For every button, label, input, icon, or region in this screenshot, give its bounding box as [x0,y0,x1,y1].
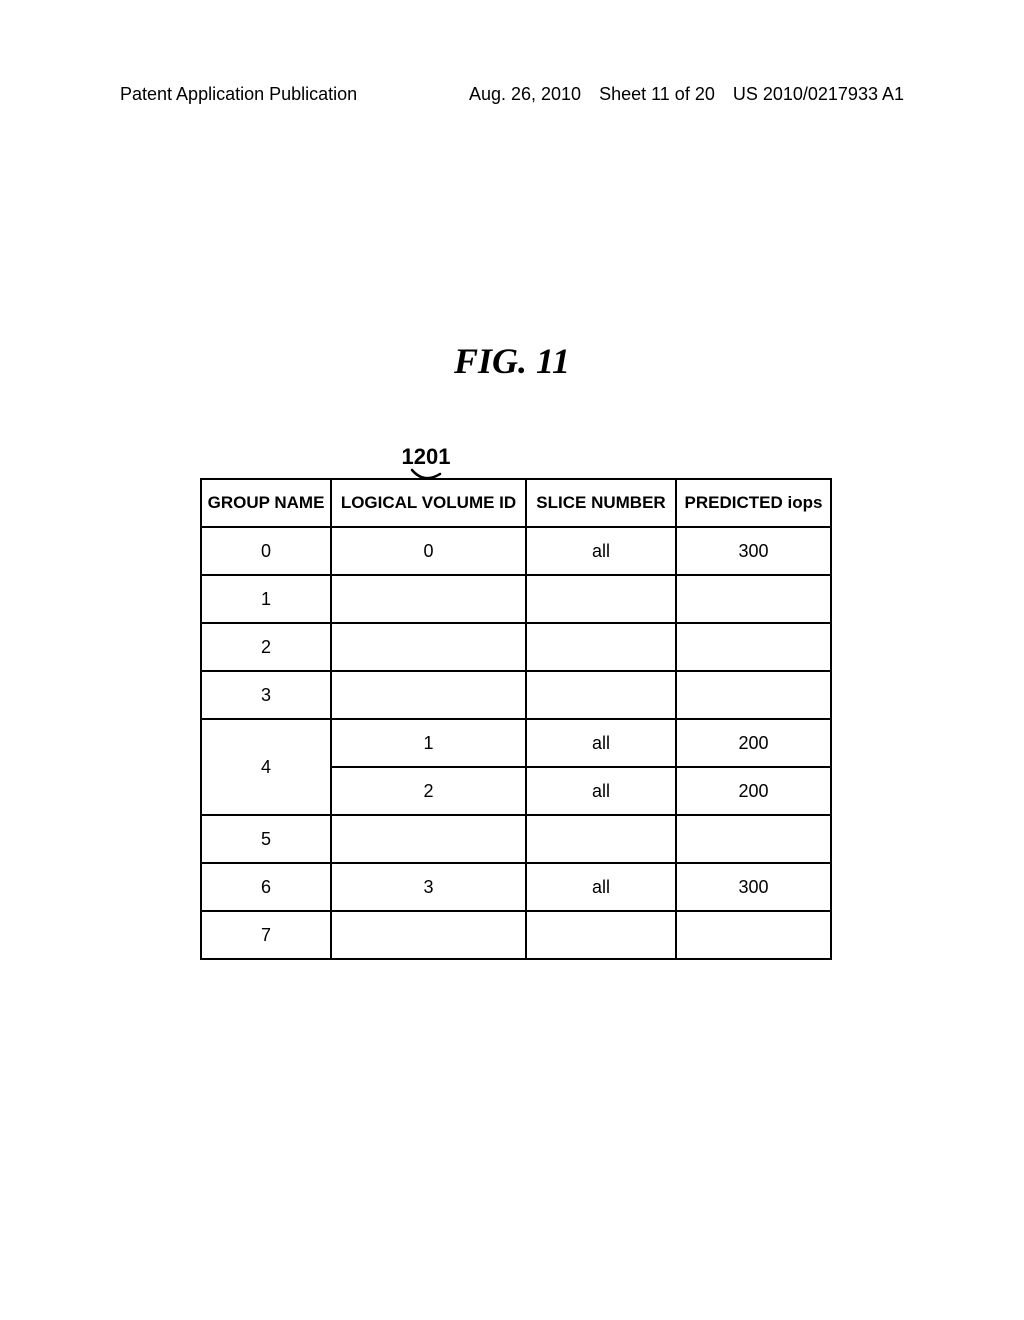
cell-group: 3 [201,671,331,719]
cell-slice [526,575,676,623]
table-row: 6 3 all 300 [201,863,831,911]
cell-slice [526,815,676,863]
cell-slice: all [526,863,676,911]
table-row: 2 [201,623,831,671]
cell-vol [331,815,526,863]
header-date: Aug. 26, 2010 [469,84,581,105]
cell-slice: all [526,527,676,575]
table-header-row: GROUP NAME LOGICAL VOLUME ID SLICE NUMBE… [201,479,831,527]
cell-slice [526,623,676,671]
col-header-volume: LOGICAL VOLUME ID [331,479,526,527]
cell-group: 1 [201,575,331,623]
cell-vol [331,623,526,671]
cell-group: 5 [201,815,331,863]
figure-callout: 1201 [391,444,461,478]
cell-vol: 0 [331,527,526,575]
cell-iops: 200 [676,767,831,815]
cell-vol [331,575,526,623]
header-left: Patent Application Publication [120,84,357,105]
cell-iops [676,671,831,719]
cell-group: 2 [201,623,331,671]
cell-group: 7 [201,911,331,959]
table-row: 5 [201,815,831,863]
cell-group: 0 [201,527,331,575]
cell-iops [676,623,831,671]
table-row: 0 0 all 300 [201,527,831,575]
cell-vol [331,671,526,719]
cell-group: 6 [201,863,331,911]
table-row: 1 [201,575,831,623]
table-row: 7 [201,911,831,959]
cell-vol: 1 [331,719,526,767]
cell-iops: 200 [676,719,831,767]
cell-iops: 300 [676,527,831,575]
data-table-container: GROUP NAME LOGICAL VOLUME ID SLICE NUMBE… [200,478,830,960]
cell-vol: 3 [331,863,526,911]
col-header-slice: SLICE NUMBER [526,479,676,527]
data-table: GROUP NAME LOGICAL VOLUME ID SLICE NUMBE… [200,478,832,960]
cell-iops [676,815,831,863]
cell-iops: 300 [676,863,831,911]
cell-vol: 2 [331,767,526,815]
header-pubno: US 2010/0217933 A1 [733,84,904,105]
cell-slice: all [526,767,676,815]
figure-title: FIG. 11 [0,340,1024,382]
patent-page: Patent Application Publication Aug. 26, … [0,0,1024,1320]
cell-iops [676,911,831,959]
header-right: Aug. 26, 2010 Sheet 11 of 20 US 2010/021… [469,84,904,105]
cell-group: 4 [201,719,331,815]
table-row: 3 [201,671,831,719]
col-header-iops: PREDICTED iops [676,479,831,527]
cell-vol [331,911,526,959]
cell-slice [526,911,676,959]
header-sheet: Sheet 11 of 20 [599,84,715,105]
cell-slice: all [526,719,676,767]
page-header: Patent Application Publication Aug. 26, … [120,84,904,105]
table-row: 4 1 all 200 [201,719,831,767]
cell-iops [676,575,831,623]
cell-slice [526,671,676,719]
col-header-group: GROUP NAME [201,479,331,527]
callout-number: 1201 [402,444,451,469]
